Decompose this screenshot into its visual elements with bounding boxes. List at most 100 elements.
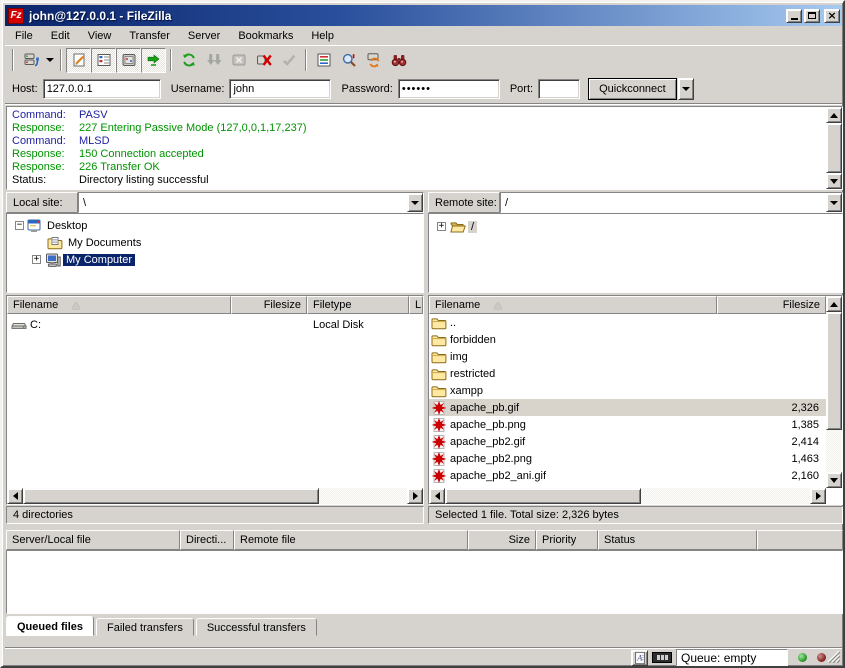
filter-button[interactable] — [311, 48, 336, 73]
menu-edit[interactable]: Edit — [42, 28, 79, 44]
toolbar-grip[interactable] — [12, 49, 14, 71]
scroll-right-button[interactable] — [407, 488, 423, 504]
title-bar[interactable]: Fz john@127.0.0.1 - FileZilla × — [5, 5, 842, 26]
username-input[interactable] — [229, 79, 331, 99]
process-queue-button[interactable] — [201, 48, 226, 73]
tree-item-root[interactable]: + / — [437, 218, 477, 235]
scroll-up-button[interactable] — [826, 107, 842, 123]
toggle-queue-button[interactable] — [141, 48, 166, 73]
quickconnect-dropdown-button[interactable] — [678, 78, 694, 100]
minimize-button[interactable] — [786, 9, 802, 23]
queue-column-remote-file[interactable]: Remote file — [234, 530, 468, 550]
collapse-icon[interactable]: − — [15, 221, 24, 230]
scrollbar-track[interactable] — [826, 430, 842, 472]
message-log: Command:PASV Response:227 Entering Passi… — [6, 106, 843, 190]
speed-limits-icon[interactable] — [652, 652, 672, 663]
find-files-button[interactable] — [386, 48, 411, 73]
quickconnect-button[interactable]: Quickconnect — [588, 78, 677, 100]
remote-horizontal-scrollbar[interactable] — [429, 488, 826, 504]
local-site-combobox[interactable]: \ — [78, 192, 424, 213]
menu-bookmarks[interactable]: Bookmarks — [229, 28, 302, 44]
local-column-last-modified[interactable]: L — [409, 296, 423, 314]
tab-successful-transfers[interactable]: Successful transfers — [196, 618, 317, 636]
scrollbar-thumb[interactable] — [445, 488, 641, 504]
remote-dir-row[interactable]: xampp — [429, 382, 826, 399]
queue-column-direction[interactable]: Directi... — [180, 530, 234, 550]
menu-server[interactable]: Server — [179, 28, 229, 44]
menu-help[interactable]: Help — [302, 28, 343, 44]
tab-queued-files[interactable]: Queued files — [6, 616, 94, 636]
remote-file-row[interactable]: apache_pb2_ani.gif2,160 — [429, 467, 826, 484]
toggle-message-log-button[interactable] — [66, 48, 91, 73]
host-label: Host: — [12, 83, 38, 95]
local-column-filetype[interactable]: Filetype — [307, 296, 409, 314]
remote-column-filename[interactable]: Filename — [429, 296, 717, 314]
image-file-icon — [431, 451, 447, 467]
close-icon: × — [827, 10, 836, 21]
scroll-down-button[interactable] — [826, 472, 842, 488]
tab-failed-transfers[interactable]: Failed transfers — [96, 618, 194, 636]
toggle-local-tree-button[interactable] — [91, 48, 116, 73]
arrow-down-icon — [830, 179, 838, 184]
local-column-filename[interactable]: Filename — [7, 296, 231, 314]
queue-column-priority[interactable]: Priority — [536, 530, 598, 550]
scroll-left-button[interactable] — [7, 488, 23, 504]
scroll-right-button[interactable] — [810, 488, 826, 504]
scrollbar-track[interactable] — [641, 488, 810, 504]
local-file-row[interactable]: C: Local Disk — [7, 316, 423, 333]
resize-grip[interactable] — [827, 650, 840, 663]
toggle-remote-tree-button[interactable] — [116, 48, 141, 73]
directory-comparison-button[interactable] — [336, 48, 361, 73]
port-input[interactable] — [538, 79, 580, 99]
scroll-up-button[interactable] — [826, 296, 842, 312]
data-type-indicator[interactable] — [631, 650, 648, 666]
scroll-down-button[interactable] — [826, 173, 842, 189]
tree-item-my-computer[interactable]: + My Computer — [32, 251, 135, 268]
scrollbar-thumb[interactable] — [23, 488, 319, 504]
remote-file-row[interactable]: apache_pb2.png1,463 — [429, 450, 826, 467]
scrollbar-thumb[interactable] — [826, 312, 842, 430]
queue-column-server-local-file[interactable]: Server/Local file — [6, 530, 180, 550]
cancel-operation-button[interactable] — [226, 48, 251, 73]
menu-view[interactable]: View — [79, 28, 121, 44]
reconnect-button[interactable] — [276, 48, 301, 73]
password-input[interactable] — [398, 79, 500, 99]
disconnect-button[interactable] — [251, 48, 276, 73]
refresh-button[interactable] — [176, 48, 201, 73]
queue-column-size[interactable]: Size — [468, 530, 536, 550]
host-input[interactable] — [43, 79, 161, 99]
remote-dir-row[interactable]: forbidden — [429, 331, 826, 348]
scrollbar-thumb[interactable] — [826, 123, 842, 173]
local-site-dropdown-button[interactable] — [407, 193, 423, 212]
queue-list[interactable] — [6, 550, 843, 614]
remote-site-combobox[interactable]: / — [500, 192, 843, 213]
site-manager-button[interactable] — [18, 48, 43, 73]
remote-dir-row[interactable]: img — [429, 348, 826, 365]
remote-file-row[interactable]: apache_pb2.gif2,414 — [429, 433, 826, 450]
local-horizontal-scrollbar[interactable] — [7, 488, 423, 504]
expand-icon[interactable]: + — [437, 222, 446, 231]
remote-site-path[interactable]: / — [501, 193, 826, 212]
local-site-path[interactable]: \ — [79, 193, 407, 212]
expand-icon[interactable]: + — [32, 255, 41, 264]
scroll-left-button[interactable] — [429, 488, 445, 504]
menu-file[interactable]: File — [6, 28, 42, 44]
synchronized-browsing-button[interactable] — [361, 48, 386, 73]
remote-site-dropdown-button[interactable] — [826, 193, 842, 212]
tree-item-my-documents[interactable]: My Documents — [45, 234, 144, 251]
remote-column-filesize[interactable]: Filesize — [717, 296, 826, 314]
queue-column-status[interactable]: Status — [598, 530, 757, 550]
local-column-filesize[interactable]: Filesize — [231, 296, 307, 314]
remote-dir-row[interactable]: restricted — [429, 365, 826, 382]
log-vertical-scrollbar[interactable] — [826, 107, 842, 189]
scrollbar-track[interactable] — [319, 488, 407, 504]
tree-item-desktop[interactable]: − Desktop — [15, 217, 90, 234]
remote-file-row-selected[interactable]: apache_pb.gif2,326 — [429, 399, 826, 416]
remote-vertical-scrollbar[interactable] — [826, 296, 842, 488]
close-button[interactable]: × — [824, 9, 840, 23]
remote-file-row[interactable]: apache_pb.png1,385 — [429, 416, 826, 433]
remote-dir-row[interactable]: .. — [429, 314, 826, 331]
maximize-button[interactable] — [804, 9, 820, 23]
site-manager-dropdown-button[interactable] — [43, 48, 56, 73]
menu-transfer[interactable]: Transfer — [120, 28, 179, 44]
